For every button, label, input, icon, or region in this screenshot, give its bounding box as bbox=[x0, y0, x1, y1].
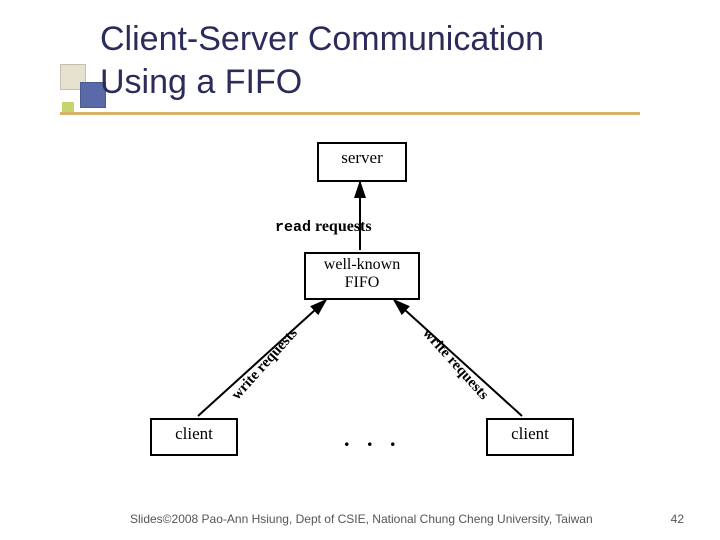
server-box: server bbox=[317, 142, 407, 182]
slide-title-line2: Using a FIFO bbox=[100, 61, 544, 104]
client-label-left: client bbox=[175, 424, 213, 443]
client-box-right: client bbox=[486, 418, 574, 456]
slide-title-line1: Client-Server Communication bbox=[100, 18, 544, 61]
page-number: 42 bbox=[671, 512, 684, 526]
read-word: read bbox=[275, 219, 311, 236]
server-label: server bbox=[341, 148, 383, 167]
diagram-area: server readrequests well-known FIFO writ… bbox=[0, 130, 720, 490]
fifo-line1: well-known bbox=[306, 256, 418, 274]
fifo-box: well-known FIFO bbox=[304, 252, 420, 300]
client-label-right: client bbox=[511, 424, 549, 443]
requests-word: requests bbox=[315, 218, 372, 235]
slide-title: Client-Server Communication Using a FIFO bbox=[100, 18, 544, 103]
client-box-left: client bbox=[150, 418, 238, 456]
footer-credit: Slides©2008 Pao-Ann Hsiung, Dept of CSIE… bbox=[130, 512, 593, 526]
read-requests-label: readrequests bbox=[275, 218, 372, 236]
fifo-line2: FIFO bbox=[306, 274, 418, 292]
title-underline bbox=[60, 112, 640, 115]
ellipsis: . . . bbox=[344, 426, 402, 452]
